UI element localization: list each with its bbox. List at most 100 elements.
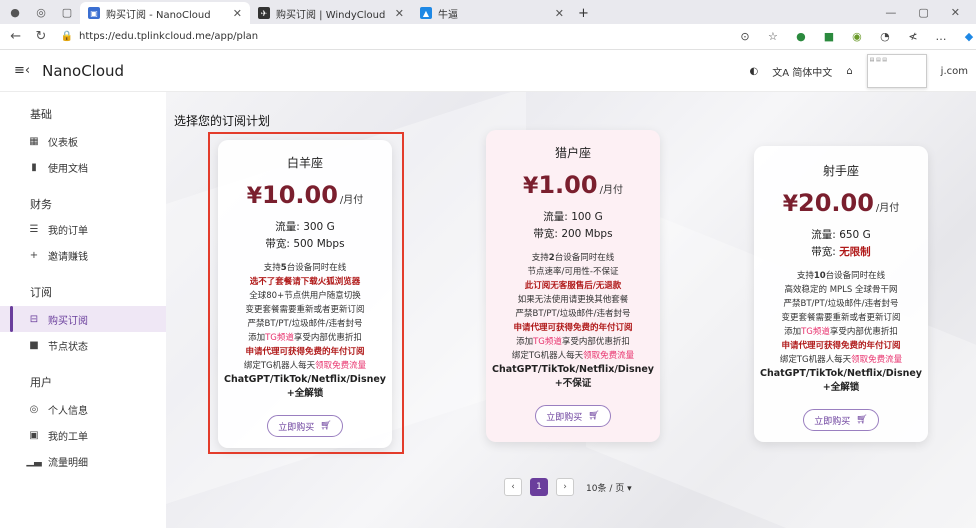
user-avatar-icon[interactable]: ⌂ (846, 66, 852, 77)
next-page-button[interactable]: › (556, 478, 574, 496)
plan-features: 支持2台设备同时在线 节点速率/可用性-不保证 此订阅无客服售后/无退款 如果无法使用… (486, 251, 660, 391)
plan-feature-line: 支持10台设备同时在线 (796, 271, 886, 281)
plan-features: 支持10台设备同时在线 高效稳定的 MPLS 全球骨干网 严禁BT/PT/垃圾邮件/… (754, 269, 928, 395)
buy-now-button[interactable]: 立即购买 🛒︎ (535, 405, 611, 427)
extension-icon[interactable]: ● (794, 30, 808, 44)
plan-name: 白羊座 (286, 156, 323, 170)
page-size-select[interactable]: 10条 / 页 ▾ (586, 481, 632, 494)
plan-card-sagittarius: 射手座 ¥20.00/月付 流量: 650 G 带宽: 无限制 支持10台设备同… (754, 146, 928, 442)
browser-tab-bar: ● ◎ ▢ ▣ 购买订阅 - NanoCloud ✕ ✈ 购买订阅 | Wind… (0, 0, 976, 24)
language-switch[interactable]: 文A 简体中文 (772, 64, 832, 79)
niubi-favicon-icon: ▲ (420, 7, 432, 19)
docs-icon: ▮ (31, 161, 37, 173)
plan-feature-line: ChatGPT/TikTok/Netflix/Disney (491, 364, 654, 375)
sidebar-item-buy-plan[interactable]: ⊟ 购买订阅 (0, 306, 166, 332)
minimize-icon[interactable]: — (885, 6, 896, 19)
user-icon: ◎ (29, 403, 39, 415)
reader-icon[interactable]: ⊙ (738, 30, 752, 44)
close-window-icon[interactable]: ✕ (951, 6, 960, 19)
plan-feature-line: 节点速率/可用性-不保证 (527, 267, 619, 277)
plan-features: 支持5台设备同时在线 选不了套餐请下载火狐浏览器 全球80+节点供用户随意切换 变更套… (218, 261, 392, 401)
url-field[interactable]: 🔒 https://edu.tplinkcloud.me/app/plan (61, 27, 726, 47)
sidebar-item-orders[interactable]: ☰ 我的订单 (0, 216, 166, 242)
cart-icon: 🛒︎ (856, 415, 868, 425)
sidebar-section-finance: 财务 (30, 198, 52, 211)
more-options-icon[interactable]: … (934, 30, 948, 44)
main-content: 选择您的订阅计划 白羊座 ¥10.00/月付 流量: 300 G 带宽: 500… (166, 92, 976, 528)
back-icon[interactable]: ← (6, 29, 25, 44)
sidebar-section-basic: 基础 (30, 108, 52, 121)
profile-icon[interactable]: ● (8, 5, 22, 19)
menu-icon[interactable]: ≡‹ (14, 63, 30, 78)
nanocloud-favicon-icon: ▣ (88, 7, 100, 19)
plan-bandwidth: 带宽: 无限制 (811, 246, 871, 258)
plan-card-orion: 猎户座 ¥1.00/月付 流量: 100 G 带宽: 200 Mbps 支持2台… (486, 130, 660, 442)
plan-feature-line: +全解锁 (286, 388, 324, 399)
ticket-icon: ▣ (29, 429, 39, 441)
screenshot-preview-thumbnail: ▤ ▤ ▤ (866, 54, 927, 88)
plan-feature-line: 选不了套餐请下载火狐浏览器 (249, 277, 361, 287)
plan-price: ¥1.00/月付 (523, 171, 623, 199)
prev-page-button[interactable]: ‹ (504, 478, 522, 496)
plan-feature-line: 申请代理可获得免费的年付订阅 (781, 341, 901, 351)
sidebar-item-node-status[interactable]: ■ 节点状态 (0, 332, 166, 358)
plan-feature-line: +全解锁 (822, 382, 860, 393)
plan-feature-line: 如果无法使用请更换其他套餐 (517, 295, 629, 305)
copilot-icon[interactable]: ◆ (962, 30, 976, 44)
browser-tab-nanocloud[interactable]: ▣ 购买订阅 - NanoCloud ✕ (80, 2, 250, 24)
plan-feature-line: ChatGPT/TikTok/Netflix/Disney (759, 368, 922, 379)
restore-icon[interactable]: ▢ (918, 6, 928, 19)
extension-icon[interactable]: ◉ (850, 30, 864, 44)
new-tab-button[interactable]: + (572, 2, 595, 24)
tab-actions-icon[interactable]: ▢ (60, 5, 74, 19)
sidebar-item-dashboard[interactable]: ▦ 仪表板 (0, 128, 166, 154)
plan-feature-line: 绑定TG机器人每天领取免费流量 (779, 355, 903, 365)
sidebar-item-traffic[interactable]: ▁▃ 流量明细 (0, 448, 166, 474)
plan-feature-line: 变更套餐需要重新或者更新订阅 (781, 313, 901, 323)
close-tab-icon[interactable]: ✕ (395, 7, 404, 20)
palette-icon[interactable]: ◐ (750, 66, 759, 77)
plan-name: 射手座 (822, 164, 859, 178)
plan-feature-line: +不保证 (554, 378, 592, 389)
plan-feature-line: 绑定TG机器人每天领取免费流量 (243, 361, 367, 371)
extension-icon[interactable]: ■ (822, 30, 836, 44)
reload-icon[interactable]: ↻ (31, 29, 50, 44)
plan-feature-line: 添加TG频道享受内部优惠折扣 (248, 333, 362, 343)
sidebar-section-user: 用户 (30, 376, 52, 389)
plan-feature-line: 支持2台设备同时在线 (531, 253, 615, 263)
plan-feature-line: 全球80+节点供用户随意切换 (249, 291, 361, 301)
plan-traffic: 流量: 650 G (811, 229, 871, 241)
plan-feature-line: 严禁BT/PT/垃圾邮件/违者封号 (247, 319, 363, 329)
nodes-icon: ■ (29, 339, 39, 351)
plan-feature-line: 变更套餐需要重新或者更新订阅 (245, 305, 365, 315)
lock-icon: 🔒 (60, 31, 74, 42)
sidebar-item-profile[interactable]: ◎ 个人信息 (0, 396, 166, 422)
plan-feature-line: 绑定TG机器人每天领取免费流量 (511, 351, 635, 361)
buy-now-button[interactable]: 立即购买 🛒︎ (803, 409, 879, 431)
favorites-icon[interactable]: ≮ (906, 30, 920, 44)
cart-icon: ⊟ (29, 313, 39, 325)
page-number-button[interactable]: 1 (530, 478, 548, 496)
close-tab-icon[interactable]: ✕ (555, 7, 564, 20)
close-tab-icon[interactable]: ✕ (233, 7, 242, 20)
user-email[interactable]: j.com (941, 66, 968, 77)
sidebar: 基础 ▦ 仪表板 ▮ 使用文档 财务 ☰ 我的订单 + 邀请赚钱 订阅 ⊟ 购买订阅 ■ 节… (0, 92, 166, 528)
plan-traffic: 流量: 300 G (275, 221, 335, 233)
favorite-star-icon[interactable]: ☆ (766, 30, 780, 44)
sidebar-item-invite[interactable]: + 邀请赚钱 (0, 242, 166, 268)
windycloud-favicon-icon: ✈ (258, 7, 270, 19)
cart-icon: 🛒︎ (320, 421, 332, 431)
browser-tab-niubi[interactable]: ▲ 牛逼 ✕ (412, 2, 572, 24)
workspaces-icon[interactable]: ◎ (34, 5, 48, 19)
plan-feature-line: 申请代理可获得免费的年付订阅 (513, 323, 633, 333)
traffic-icon: ▁▃ (26, 455, 42, 467)
sidebar-item-tickets[interactable]: ▣ 我的工单 (0, 422, 166, 448)
plan-feature-line: 高效稳定的 MPLS 全球骨干网 (784, 285, 898, 295)
browser-tab-windycloud[interactable]: ✈ 购买订阅 | WindyCloud ✕ (250, 2, 412, 24)
sidebar-item-docs[interactable]: ▮ 使用文档 (0, 154, 166, 180)
plan-feature-line: 申请代理可获得免费的年付订阅 (245, 347, 365, 357)
extension-icon[interactable]: ◔ (878, 30, 892, 44)
translate-icon: 文A (772, 67, 793, 79)
buy-now-button[interactable]: 立即购买 🛒︎ (267, 415, 343, 437)
app-header: ≡‹ NanoCloud ◐ 文A 简体中文 ⌂ ▤ ▤ ▤ j.com (0, 50, 976, 92)
